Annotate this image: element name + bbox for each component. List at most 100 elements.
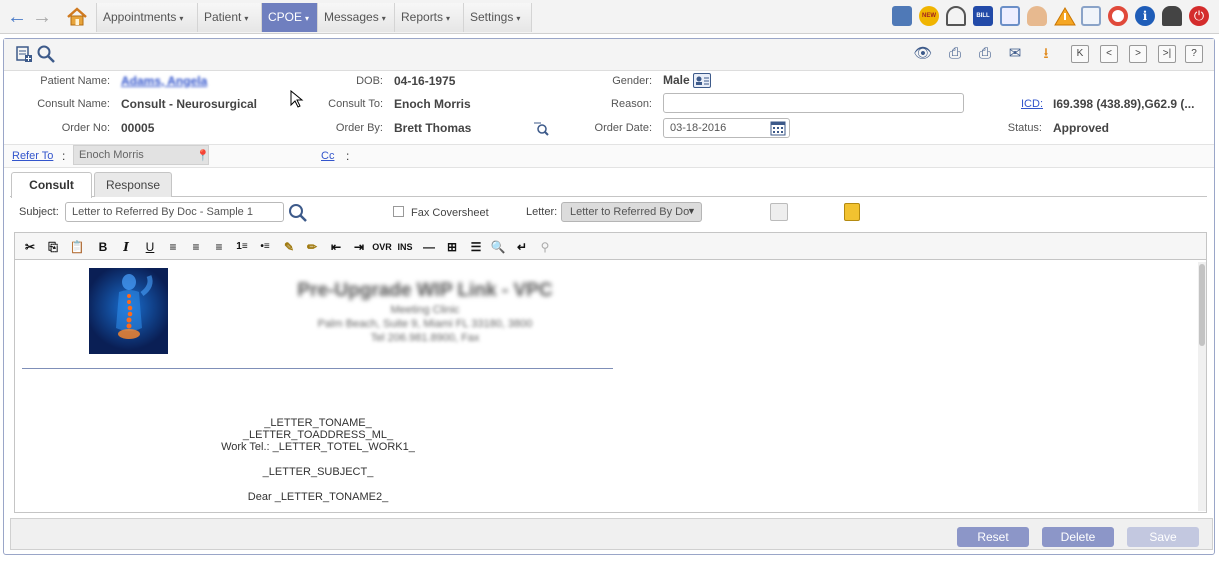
download-icon[interactable]: ⭳ [1036,45,1056,63]
align-center-icon[interactable]: ≡ [188,239,204,255]
insert-mode-button[interactable]: INS [396,239,414,255]
new-badge-icon[interactable]: NEW [919,6,939,26]
find-icon[interactable]: 🔍 [490,239,506,255]
footer-bar [10,518,1213,550]
home-icon[interactable] [66,6,88,28]
mail-icon[interactable]: ✉ [1005,45,1025,63]
gender-label: Gender: [612,75,652,87]
clipboard-clock-icon[interactable] [1000,6,1020,26]
calendar-icon[interactable] [770,120,786,136]
copy-disabled-icon [770,203,788,221]
back-arrow-icon[interactable]: ← [6,6,28,28]
forward-arrow-icon[interactable]: → [31,6,53,28]
indent-icon[interactable]: ⇥ [351,239,367,255]
add-list-icon[interactable] [15,45,33,63]
previous-record-button[interactable]: < [1100,45,1118,63]
menu-patient[interactable]: Patient ▾ [197,3,261,32]
info-icon[interactable]: i [1135,6,1155,26]
icd-link[interactable]: ICD: [1021,98,1043,110]
power-icon[interactable]: ⏻ [1189,6,1209,26]
consult-name-label: Consult Name: [37,98,110,110]
zoom-icon[interactable]: ⚲ [537,239,553,255]
lock-icon[interactable] [1162,6,1182,26]
patient-name-link[interactable]: Adams, Angela [121,74,207,88]
bold-icon[interactable]: B [95,239,111,255]
bill-icon[interactable]: BILL [973,6,993,26]
consult-name-value: Consult - Neurosurgical [121,97,258,111]
status-label: Status: [1007,122,1042,134]
menu-cpoe[interactable]: CPOE ▾ [261,3,317,32]
gauge-icon[interactable] [946,6,966,26]
save-button[interactable]: Save [1127,527,1199,547]
underline-icon[interactable]: U [142,239,158,255]
fax-coversheet-label: Fax Coversheet [411,207,489,219]
bullet-list-icon[interactable]: •≡ [257,239,273,255]
calendar-download-icon[interactable] [892,6,912,26]
search-icon[interactable] [37,45,55,63]
user-icon[interactable] [1027,6,1047,26]
order-no-value: 00005 [121,121,155,135]
align-left-icon[interactable]: ≡ [165,239,181,255]
paste-icon[interactable]: 📋 [69,239,85,255]
letterhead-line2: Palm Beach, Suite 9, Miami FL 33180, 380… [317,318,533,330]
menu-appointments[interactable]: Appointments ▾ [96,3,197,32]
letterhead-line3: Tel 206.981.8900, Fax [370,332,480,344]
horizontal-rule-icon[interactable]: — [421,239,437,255]
letter-to-address: _LETTER_TOADDRESS_ML_ [242,429,394,441]
numbered-list-icon[interactable]: 1≡ [234,239,250,255]
reason-input[interactable] [663,93,964,113]
icd-value: I69.398 (438.89),G62.9 (... [1053,97,1195,111]
print-preview-icon[interactable]: ⎙ [975,45,995,63]
tab-consult[interactable]: Consult [11,172,92,198]
page-break-icon[interactable]: ☰ [468,239,484,255]
lifebuoy-icon[interactable] [1108,6,1128,26]
clipboard-icon[interactable] [844,203,860,221]
letter-select[interactable]: Letter to Referred By Do [561,202,702,222]
outdent-icon[interactable]: ⇤ [328,239,344,255]
order-by-label: Order By: [335,122,383,134]
menu-reports[interactable]: Reports ▾ [394,3,463,32]
menu-messages[interactable]: Messages ▾ [317,3,394,32]
subject-label: Subject: [19,206,59,218]
table-icon[interactable]: ⊞ [444,239,460,255]
subject-search-icon[interactable] [288,203,308,223]
refer-to-colon: : [62,149,66,163]
letter-select-caret-icon: ▼ [687,206,696,216]
refer-to-input[interactable]: Enoch Morris [73,145,209,165]
status-value: Approved [1053,121,1110,135]
contact-card-icon[interactable] [693,73,711,88]
tab-response[interactable]: Response [94,172,172,197]
location-pin-icon[interactable]: 📍 [196,149,210,162]
documents-icon[interactable] [1081,6,1101,26]
help-button[interactable]: ? [1185,45,1203,63]
overwrite-mode-button[interactable]: OVR [371,239,393,255]
refer-to-link[interactable]: Refer To [12,150,53,162]
letter-subject: _LETTER_SUBJECT_ [262,466,374,478]
cut-icon[interactable]: ✂ [22,239,38,255]
editor-scrollbar-thumb[interactable] [1199,264,1205,346]
highlight-icon[interactable]: ✏ [304,239,320,255]
first-record-button[interactable]: K [1071,45,1089,63]
eye-icon[interactable]: 👁 [913,45,933,63]
next-record-button[interactable]: > [1129,45,1147,63]
subject-input[interactable]: Letter to Referred By Doc - Sample 1 [65,202,284,222]
italic-icon[interactable]: I [118,239,134,255]
delete-button[interactable]: Delete [1042,527,1114,547]
line-break-icon[interactable]: ↵ [514,239,530,255]
copy-icon[interactable]: ⎘ [45,239,61,255]
align-right-icon[interactable]: ≡ [211,239,227,255]
consult-to-value: Enoch Morris [394,97,471,111]
warning-icon[interactable] [1054,6,1076,26]
menu-settings[interactable]: Settings ▾ [463,3,532,32]
print-icon[interactable]: ⎙ [945,45,965,63]
panel-header [4,39,1214,71]
search-provider-icon[interactable] [533,120,549,136]
patient-name-label: Patient Name: [40,75,110,87]
consult-to-label: Consult To: [328,98,383,110]
letterhead-title: Pre-Upgrade WIP Link - VPC [297,280,553,301]
text-color-icon[interactable]: ✎ [281,239,297,255]
last-record-button[interactable]: >| [1158,45,1176,63]
fax-coversheet-checkbox[interactable] [393,206,404,217]
reset-button[interactable]: Reset [957,527,1029,547]
cc-link[interactable]: Cc [321,150,334,162]
